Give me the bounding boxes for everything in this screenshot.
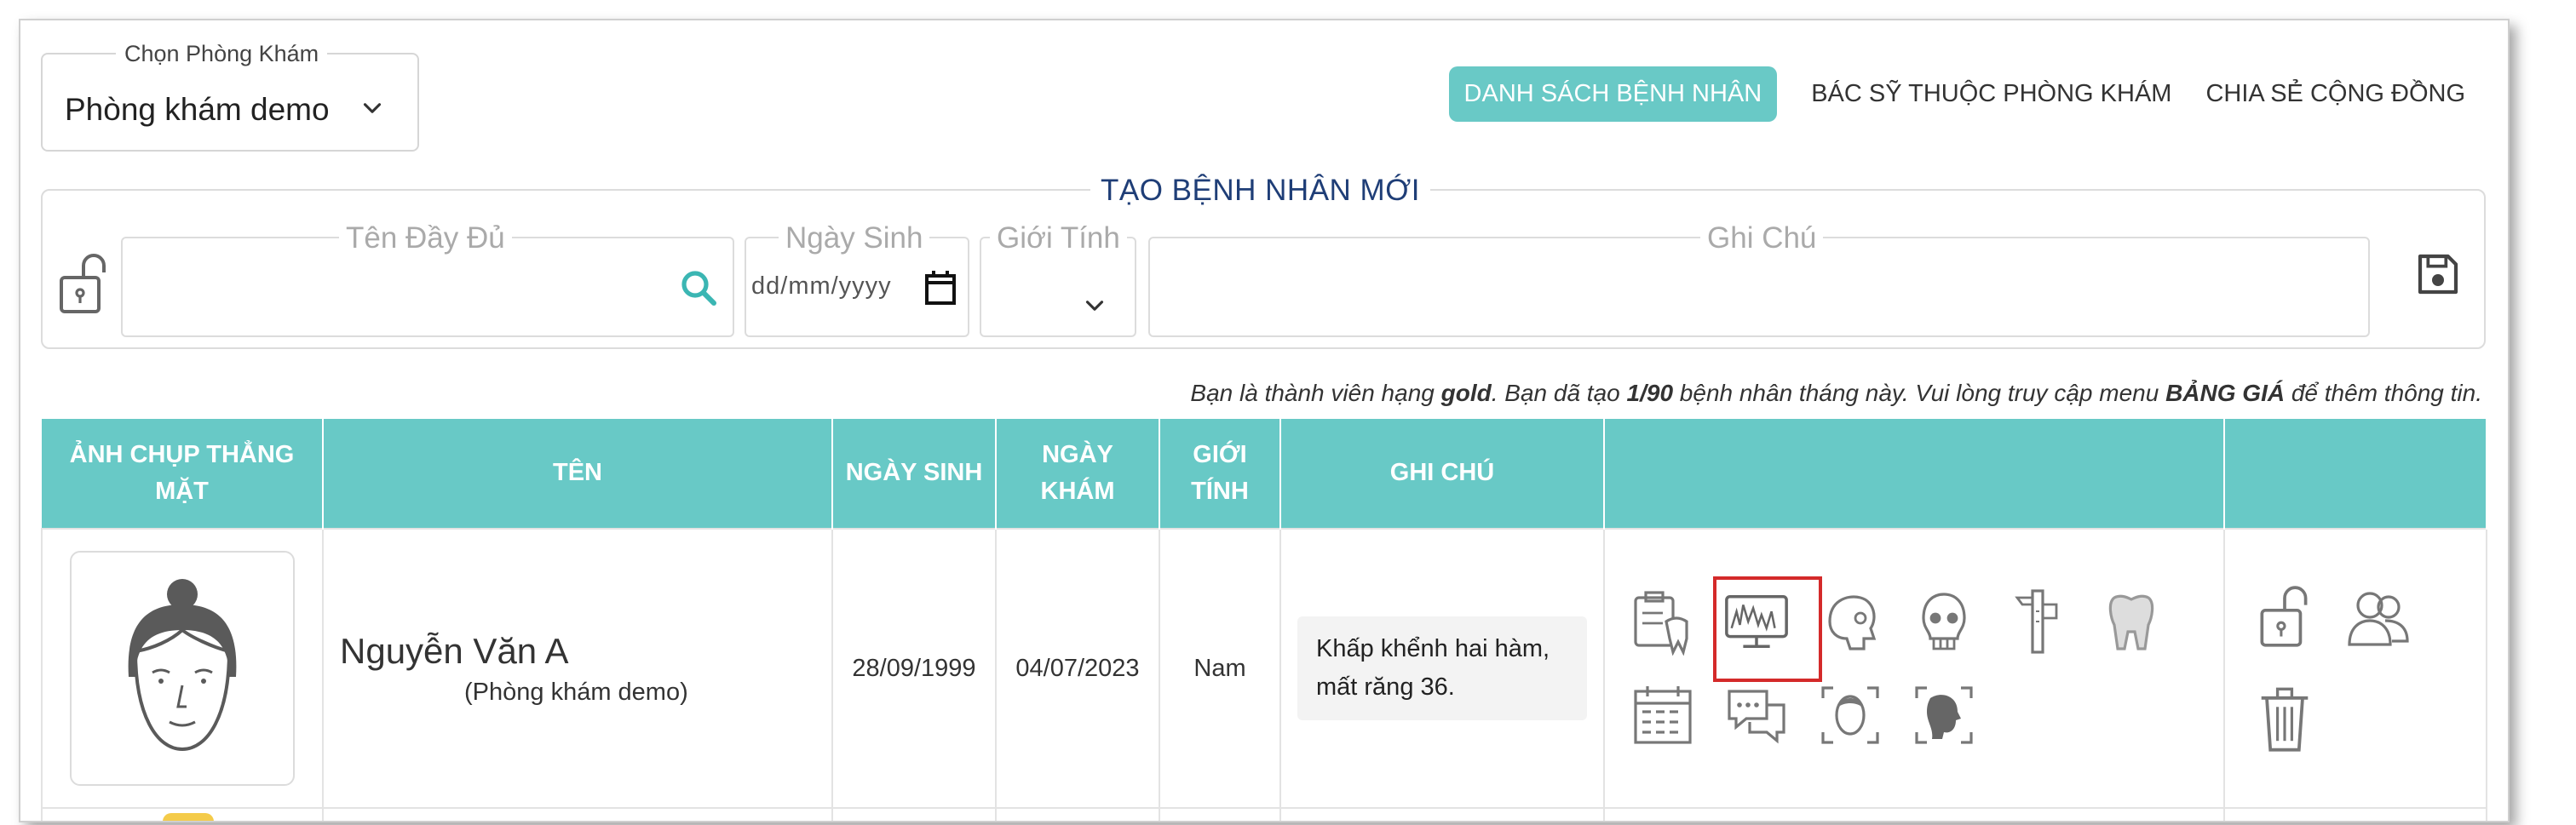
chevron-down-icon	[1085, 301, 1104, 311]
col-header-photo: ẢNH CHỤP THẲNG MẶT	[42, 419, 324, 529]
tab-patient-list[interactable]: DANH SÁCH BỆNH NHÂN	[1448, 66, 1778, 122]
col-header-dob: NGÀY SINH	[832, 419, 997, 529]
tab-community-share[interactable]: CHIA SẺ CỘNG ĐỒNG	[2205, 68, 2465, 120]
face-profile-scan-icon[interactable]	[1906, 677, 1982, 753]
col-header-notes: GHI CHÚ	[1280, 419, 1605, 529]
status-badge	[163, 813, 214, 821]
table-cell	[1603, 807, 2225, 821]
female-face-avatar-icon	[128, 579, 237, 752]
skull-profile-icon[interactable]	[1812, 583, 1889, 660]
name-cell: Nguyễn Văn A (Phòng khám demo)	[322, 528, 833, 809]
pricing-menu-ref: BẢNG GIÁ	[2165, 380, 2286, 406]
chat-icon[interactable]	[1718, 677, 1795, 753]
calendar-icon[interactable]	[1624, 677, 1701, 753]
patient-name-link[interactable]: Nguyễn Văn A	[325, 631, 831, 672]
clinic-select[interactable]: Chọn Phòng Khám Phòng khám demo	[41, 41, 419, 152]
col-header-tools	[1604, 419, 2225, 529]
clipboard-tooth-icon[interactable]	[1624, 583, 1701, 660]
table-cell	[2223, 807, 2487, 821]
caliper-icon[interactable]	[1999, 583, 2076, 660]
chevron-down-icon	[363, 103, 382, 113]
unlock-icon[interactable]	[56, 250, 111, 318]
notes-label: Ghi Chú	[1700, 221, 1824, 255]
table-header-row: ẢNH CHỤP THẲNG MẶT TÊN NGÀY SINH NGÀY KH…	[42, 419, 2487, 529]
clinic-select-label: Chọn Phòng Khám	[116, 41, 328, 67]
col-header-visit-date: NGÀY KHÁM	[996, 419, 1160, 529]
notice-text: Bạn là thành viên hạng	[1190, 380, 1441, 406]
dob-placeholder: dd/mm/yyyy	[751, 272, 892, 300]
table-row	[41, 807, 2487, 821]
table-cell	[1279, 807, 1605, 821]
tools-cell	[1603, 528, 2225, 809]
patient-notes: Khấp khểnh hai hàm, mất răng 36.	[1297, 616, 1587, 720]
tooth-xray-icon[interactable]	[2093, 583, 2170, 660]
gender-cell: Nam	[1159, 528, 1281, 809]
patient-clinic: (Phòng khám demo)	[464, 678, 688, 706]
table-row: Nguyễn Văn A (Phòng khám demo) 28/09/199…	[41, 528, 2487, 809]
skull-front-icon[interactable]	[1906, 583, 1982, 660]
photo-cell	[41, 528, 324, 809]
avatar[interactable]	[70, 551, 295, 786]
app-window: Chọn Phòng Khám Phòng khám demo DANH SÁC…	[19, 19, 2510, 822]
notice-text: để thêm thông tin.	[2285, 380, 2482, 406]
actions-cell	[2223, 528, 2487, 809]
photo-cell	[41, 807, 324, 821]
dob-field[interactable]: Ngày Sinh dd/mm/yyyy	[745, 221, 969, 337]
notes-cell: Khấp khểnh hai hàm, mất răng 36.	[1279, 528, 1605, 809]
tab-clinic-doctors[interactable]: BÁC SỸ THUỘC PHÒNG KHÁM	[1811, 68, 2171, 120]
calendar-picker-icon[interactable]	[923, 269, 957, 307]
unlock-icon[interactable]	[2246, 579, 2323, 656]
dob-label: Ngày Sinh	[779, 221, 930, 255]
search-icon[interactable]	[678, 267, 719, 308]
new-patient-form: TẠO BỆNH NHÂN MỚI Tên Đầy Đủ Ngày Sinh d…	[41, 174, 2486, 349]
table-cell	[995, 807, 1160, 821]
col-header-actions	[2224, 419, 2487, 529]
col-header-name: TÊN	[323, 419, 833, 529]
save-icon[interactable]	[2414, 250, 2462, 298]
share-users-icon[interactable]	[2340, 579, 2417, 656]
notice-text: bệnh nhân tháng này. Vui lòng truy cập m…	[1673, 380, 2166, 406]
table-cell	[1159, 807, 1281, 821]
full-name-label: Tên Đầy Đủ	[339, 221, 512, 255]
notice-text: . Bạn dã tạo	[1491, 380, 1627, 406]
membership-tier: gold	[1440, 380, 1492, 406]
new-patient-title: TẠO BỆNH NHÂN MỚI	[1090, 174, 1430, 208]
clinic-select-value: Phòng khám demo	[65, 92, 330, 127]
gender-select[interactable]: Giới Tính	[980, 221, 1136, 337]
full-name-field[interactable]: Tên Đầy Đủ	[121, 221, 734, 337]
xray-monitor-icon[interactable]	[1713, 576, 1822, 682]
notes-field[interactable]: Ghi Chú	[1148, 221, 2370, 337]
face-front-scan-icon[interactable]	[1812, 677, 1889, 753]
table-cell	[322, 807, 833, 821]
trash-icon[interactable]	[2246, 681, 2323, 758]
patient-table: ẢNH CHỤP THẲNG MẶT TÊN NGÀY SINH NGÀY KH…	[41, 419, 2487, 821]
dob-cell: 28/09/1999	[831, 528, 997, 809]
gender-label: Giới Tính	[990, 221, 1127, 255]
patient-quota: 1/90	[1626, 380, 1674, 406]
table-cell	[831, 807, 997, 821]
top-tabs: DANH SÁCH BỆNH NHÂN BÁC SỸ THUỘC PHÒNG K…	[1448, 66, 2465, 122]
col-header-gender: GIỚI TÍNH	[1159, 419, 1281, 529]
visit-date-cell: 04/07/2023	[995, 528, 1160, 809]
membership-notice: Bạn là thành viên hạng gold. Bạn dã tạo …	[1190, 380, 2482, 407]
